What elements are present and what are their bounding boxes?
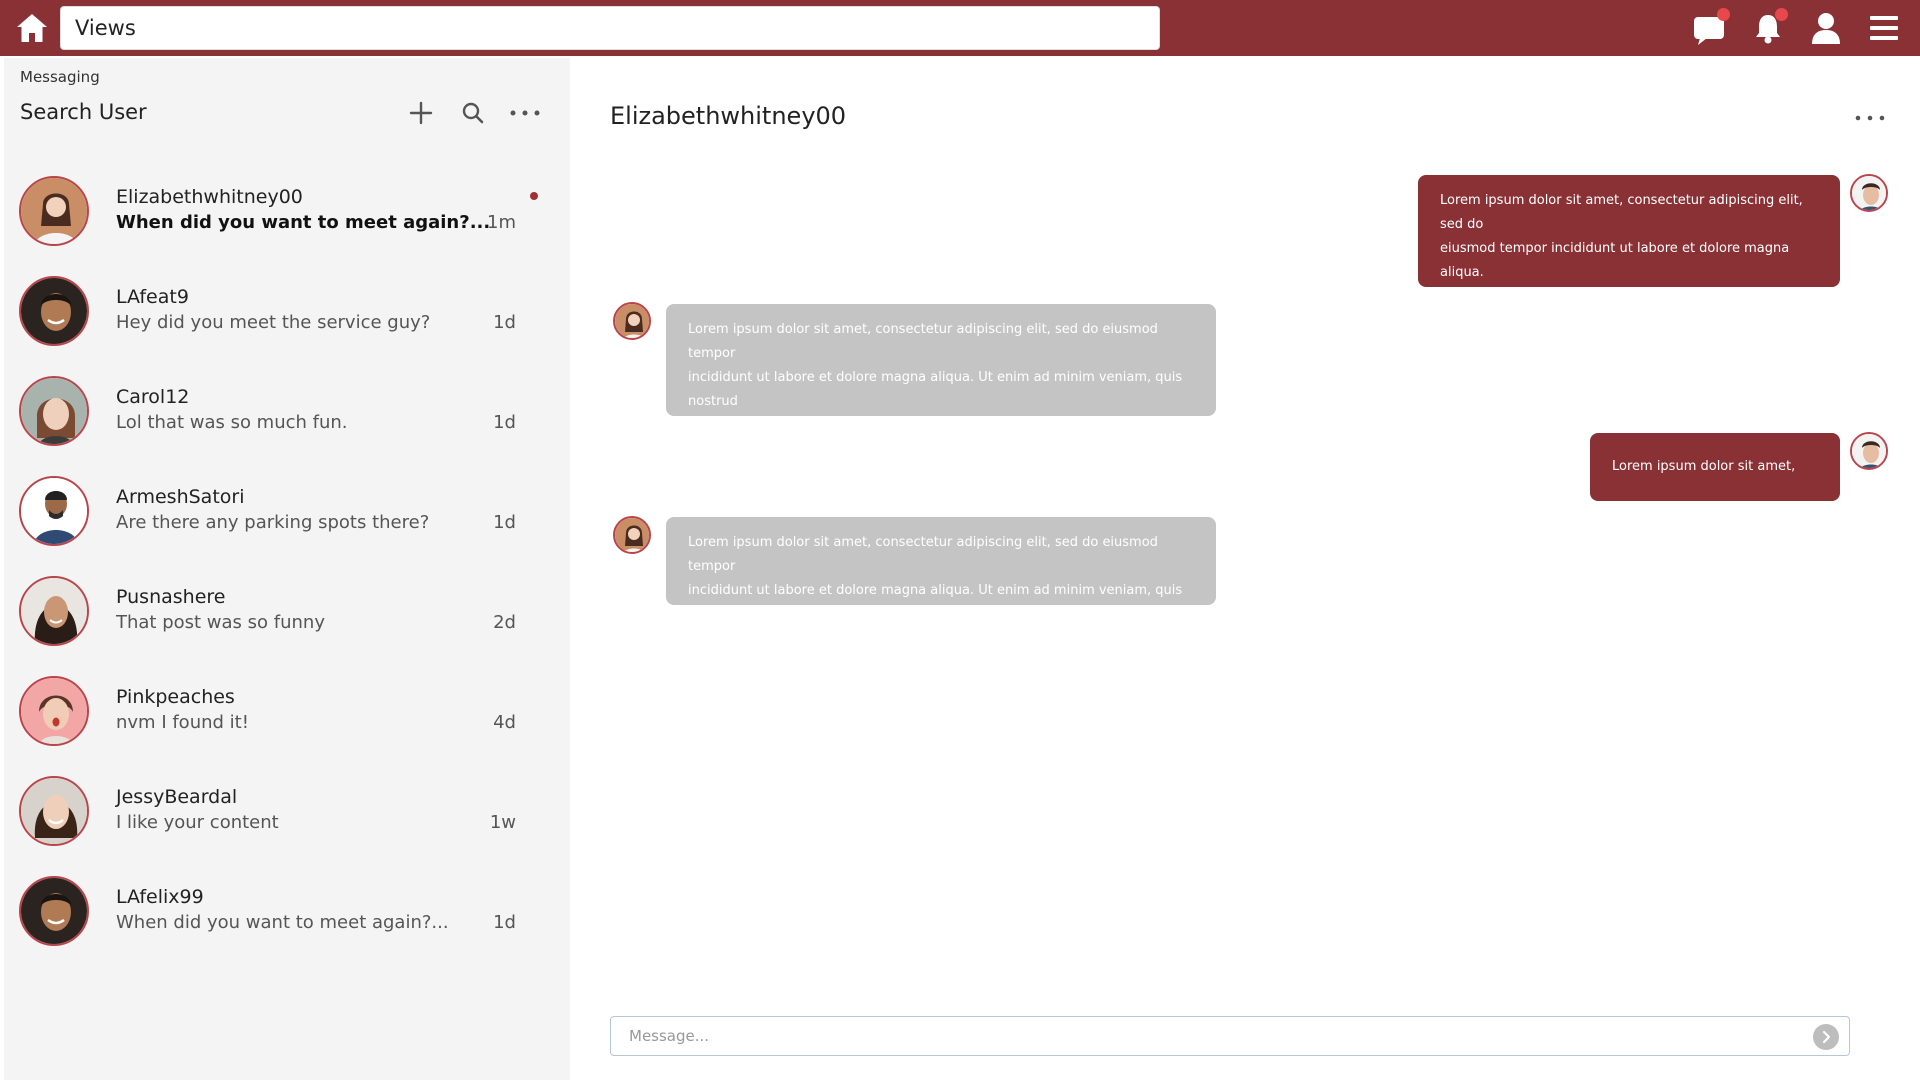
conversation-item[interactable]: ArmeshSatori Are there any parking spots… (4, 462, 570, 562)
avatar (19, 576, 89, 646)
message-line: Ut enim ad minim veniam, quis nostrud ex… (1440, 289, 1779, 328)
user-icon[interactable] (1806, 8, 1846, 48)
message-line: incididunt ut labore et dolore magna ali… (688, 583, 1183, 622)
search-input[interactable]: Views (60, 6, 1160, 50)
avatar (1850, 432, 1888, 470)
message-icon[interactable] (1690, 8, 1730, 48)
more-icon[interactable] (508, 96, 542, 130)
conversation-item[interactable]: LAfeat9 Hey did you meet the service guy… (4, 262, 570, 362)
sent-message: Lorem ipsum dolor sit amet, (1590, 433, 1840, 501)
conversation-sidebar: Messaging Search User Elizabethwhitney00… (4, 58, 570, 1080)
message-line: eiusmod tempor incididunt ut labore et d… (1440, 241, 1790, 280)
message-line: Lorem ipsum dolor sit amet, consectetur … (1440, 193, 1803, 232)
message-line: Lorem ipsum dolor sit amet, consectetur … (688, 322, 1158, 361)
conversation-time: 1m (487, 212, 516, 233)
conversation-name: Elizabethwhitney00 (116, 186, 303, 208)
conversation-time: 1w (489, 812, 516, 833)
top-icons (1690, 8, 1904, 48)
conversation-name: JessyBeardal (116, 786, 238, 808)
message-line: exercitation ullamco laboris nisi ut ali… (688, 418, 1177, 457)
conversation-item[interactable]: Pinkpeaches nvm I found it! 4d (4, 662, 570, 762)
plus-icon[interactable] (404, 96, 438, 130)
message-input[interactable] (611, 1017, 1791, 1055)
received-message: Lorem ipsum dolor sit amet, consectetur … (666, 517, 1216, 622)
conversation-list: Elizabethwhitney00 When did you want to … (4, 162, 570, 962)
avatar (19, 476, 89, 546)
conversation-preview: Hey did you meet the service guy? (116, 312, 431, 333)
avatar (1850, 174, 1888, 212)
conversation-time: 1d (493, 412, 516, 433)
conversation-name: ArmeshSatori (116, 486, 245, 508)
conversation-preview: When did you want to meet again?... (116, 212, 491, 233)
send-button[interactable] (1813, 1024, 1839, 1050)
avatar (19, 676, 89, 746)
conversation-name: LAfelix99 (116, 886, 204, 908)
search-icon[interactable] (456, 96, 490, 130)
conversation-preview: I like your content (116, 812, 279, 833)
conversation-item[interactable]: Carol12 Lol that was so much fun. 1d (4, 362, 570, 462)
conversation-time: 1d (493, 912, 516, 933)
sidebar-actions (404, 96, 542, 130)
top-bar: Views (0, 0, 1920, 56)
conversation-preview: Lol that was so much fun. (116, 412, 348, 433)
conversation-preview: nvm I found it! (116, 712, 249, 733)
message-line: incididunt ut labore et dolore magna ali… (688, 370, 1183, 409)
search-user-field[interactable]: Search User (20, 100, 147, 124)
section-label: Messaging (20, 68, 100, 86)
chat-panel: Elizabethwhitney00 Lorem ipsum dolor sit… (570, 58, 1920, 1080)
avatar (19, 276, 89, 346)
conversation-item[interactable]: LAfelix99 When did you want to meet agai… (4, 862, 570, 962)
avatar (19, 176, 89, 246)
menu-icon[interactable] (1864, 8, 1904, 48)
conversation-preview: When did you want to meet again?... (116, 912, 449, 933)
conversation-time: 4d (493, 712, 516, 733)
message-composer (610, 1016, 1850, 1056)
conversation-name: Pusnashere (116, 586, 226, 608)
conversation-name: Pinkpeaches (116, 686, 235, 708)
avatar (19, 376, 89, 446)
notification-badge (1775, 8, 1788, 21)
conversation-preview: That post was so funny (116, 612, 325, 633)
conversation-time: 1d (493, 512, 516, 533)
conversation-time: 2d (493, 612, 516, 633)
more-icon[interactable] (1850, 108, 1890, 128)
conversation-name: Carol12 (116, 386, 190, 408)
message-line: Lorem ipsum dolor sit amet, consectetur … (688, 535, 1158, 574)
bell-icon[interactable] (1748, 8, 1788, 48)
sent-message: Lorem ipsum dolor sit amet, consectetur … (1418, 175, 1840, 328)
conversation-name: LAfeat9 (116, 286, 189, 308)
conversation-item[interactable]: Elizabethwhitney00 When did you want to … (4, 162, 570, 262)
conversation-preview: Are there any parking spots there? (116, 512, 430, 533)
notification-badge (1717, 8, 1730, 21)
conversation-item[interactable]: Pusnashere That post was so funny 2d (4, 562, 570, 662)
message-line: Lorem ipsum dolor sit amet, (1612, 459, 1796, 474)
conversation-time: 1d (493, 312, 516, 333)
received-message: Lorem ipsum dolor sit amet, consectetur … (666, 304, 1216, 457)
conversation-item[interactable]: JessyBeardal I like your content 1w (4, 762, 570, 862)
avatar (19, 776, 89, 846)
chat-title: Elizabethwhitney00 (610, 102, 847, 130)
avatar (19, 876, 89, 946)
home-icon[interactable] (14, 10, 50, 46)
unread-indicator (530, 192, 538, 200)
avatar (613, 516, 651, 554)
chevron-right-icon (1822, 1030, 1831, 1044)
avatar (613, 302, 651, 340)
